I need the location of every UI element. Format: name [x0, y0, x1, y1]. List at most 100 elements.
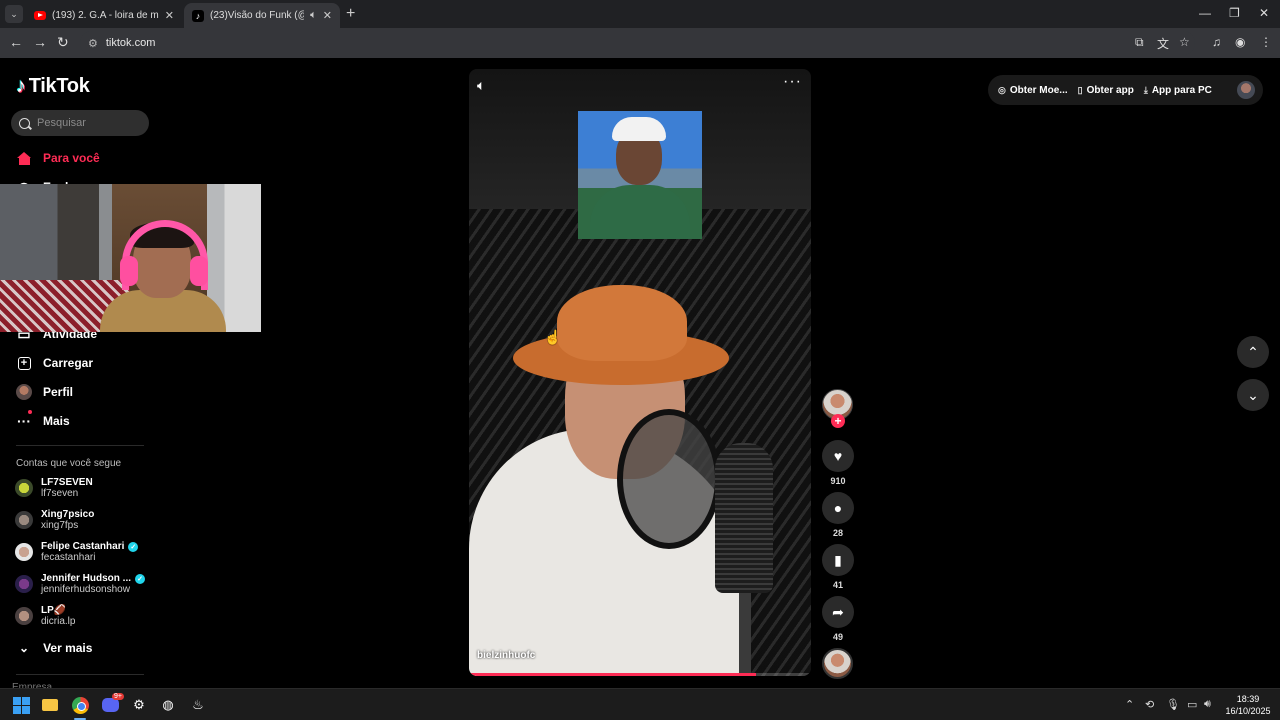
forward-icon[interactable]: → — [33, 34, 47, 50]
tray-app-icon[interactable]: ⟲ — [1145, 698, 1154, 711]
tray-overflow-icon[interactable]: ⌃ — [1125, 698, 1134, 711]
pc-app-button[interactable]: ⤓ App para PC — [1144, 85, 1212, 96]
tiktok-logo[interactable]: ♪ TikTok — [16, 75, 90, 98]
avatar — [15, 479, 33, 497]
like-button[interactable]: ♥ — [822, 440, 854, 472]
following-account[interactable]: LP🏈 dicria.lp — [15, 605, 75, 627]
previous-video-button[interactable]: ⌃ — [1237, 336, 1269, 368]
search-input[interactable]: Pesquisar — [11, 110, 149, 136]
following-account[interactable]: LF7SEVEN lf7seven — [15, 477, 93, 499]
close-tab-icon[interactable]: ✕ — [323, 9, 332, 22]
account-handle: xing7fps — [41, 520, 79, 531]
browser-tab-bar: ⌄ (193) 2. G.A - loira de medicina ✕ ♪ (… — [0, 0, 1280, 28]
new-tab-button[interactable]: + — [346, 5, 355, 23]
steam-icon[interactable]: ♨ — [188, 695, 208, 715]
get-app-label: Obter app — [1086, 84, 1134, 96]
site-info-icon[interactable]: ⚙ — [88, 37, 98, 50]
nav-label: Para você — [43, 151, 100, 165]
nav-profile[interactable]: Perfil — [16, 384, 73, 400]
restore-icon[interactable]: ❐ — [1229, 6, 1240, 20]
home-icon — [16, 150, 32, 166]
windows-start-icon[interactable] — [11, 695, 31, 715]
speaker-icon[interactable]: 🔊︎ — [1204, 698, 1211, 711]
nav-more[interactable]: ··· Mais — [16, 410, 70, 429]
address-bar[interactable]: ⚙ tiktok.com — [80, 31, 1195, 55]
network-icon[interactable]: ▭ — [1187, 698, 1197, 711]
tab-youtube[interactable]: (193) 2. G.A - loira de medicina ✕ — [26, 3, 182, 28]
headphone-cup — [190, 256, 208, 286]
close-window-icon[interactable]: ✕ — [1259, 6, 1269, 20]
bookmark-star-icon[interactable]: ☆ — [1179, 35, 1190, 49]
inset-person-body — [590, 185, 690, 239]
windows-taskbar: 9+ ⚙ ◍ ♨ ⌃ ⟲ 🎙︎ ▭ 🔊︎ 18:39 16/10/2025 — [0, 688, 1280, 720]
menu-dots-icon[interactable]: ⋮ — [1260, 35, 1272, 49]
music-disc-avatar[interactable] — [822, 648, 853, 679]
hat-crown — [557, 285, 687, 361]
system-clock[interactable]: 18:39 16/10/2025 — [1222, 693, 1274, 717]
see-more-button[interactable]: ⌄ Ver mais — [19, 641, 92, 655]
video-username[interactable]: bielzinhuofc — [477, 650, 535, 661]
follow-plus-icon[interactable]: + — [831, 414, 845, 428]
more-options-icon[interactable]: ··· — [783, 73, 802, 91]
account-name: LP🏈 — [41, 605, 67, 616]
share-button[interactable]: ➦ — [822, 596, 854, 628]
comment-button[interactable]: ● — [822, 492, 854, 524]
clock-time: 18:39 — [1236, 694, 1260, 704]
next-video-button[interactable]: ⌄ — [1237, 379, 1269, 411]
see-more-label: Ver mais — [43, 641, 93, 655]
reload-icon[interactable]: ↻ — [57, 34, 69, 51]
download-icon: ⤓ — [1143, 84, 1148, 95]
like-count: 910 — [830, 476, 846, 486]
tab-search-icon[interactable]: ⌄ — [5, 5, 23, 23]
nav-upload[interactable]: + Carregar — [16, 355, 93, 371]
speaker-icon[interactable]: 🔈︎ — [310, 9, 317, 22]
browser-toolbar: ← → ↻ ⚙ tiktok.com ⧉ 文 ☆ ♫ ◉ ⋮ — [0, 28, 1280, 58]
logo-text: TikTok — [28, 75, 90, 97]
volume-icon[interactable]: 🔈︎ — [477, 77, 485, 94]
video-player[interactable]: 🔈︎ ··· ☝ bielzinhuofc — [469, 69, 811, 676]
avatar — [15, 511, 33, 529]
chevron-up-icon: ⌃ — [1247, 343, 1259, 360]
nav-label: Carregar — [43, 356, 94, 370]
profile-icon[interactable]: ◉ — [1235, 35, 1245, 49]
back-icon[interactable]: ← — [9, 34, 23, 50]
comment-icon: ● — [833, 500, 843, 516]
following-section-title: Contas que você segue — [16, 458, 122, 469]
tiktok-note-icon: ♪ — [16, 75, 26, 97]
nav-for-you[interactable]: Para você — [16, 150, 100, 166]
following-account[interactable]: Xing7psico xing7fps — [15, 509, 94, 531]
account-handle: dicria.lp — [41, 616, 76, 627]
media-control-icon[interactable]: ♫ — [1212, 35, 1221, 49]
profile-avatar — [16, 384, 32, 400]
settings-gear-icon[interactable]: ⚙ — [129, 695, 149, 715]
microphone-icon[interactable]: 🎙︎ — [1166, 698, 1180, 711]
nav-label: Perfil — [43, 385, 74, 399]
account-name: LF7SEVEN — [41, 477, 93, 488]
minimize-icon[interactable]: — — [1199, 6, 1211, 20]
following-account[interactable]: Felipe Castanhari ✓ fecastanhari — [15, 541, 139, 563]
more-dots-icon: ··· — [16, 410, 32, 429]
get-app-button[interactable]: ▯ Obter app — [1078, 85, 1134, 96]
chrome-icon[interactable] — [70, 695, 90, 715]
account-handle: jenniferhudsonshow — [41, 584, 130, 595]
account-name: Xing7psico — [41, 509, 95, 520]
get-coins-button[interactable]: ◎ Obter Moe... — [998, 85, 1068, 96]
avatar — [15, 575, 33, 593]
translate-icon[interactable]: 文 — [1157, 35, 1169, 52]
video-inset-frame — [578, 111, 702, 239]
mouse-cursor-icon: ☝ — [544, 329, 562, 345]
pop-filter — [617, 409, 721, 549]
following-account[interactable]: Jennifer Hudson ... ✓ jenniferhudsonshow — [15, 573, 146, 595]
tab-title: (23)Visão do Funk (@visaodofunk) — [210, 10, 304, 21]
microphone — [715, 443, 773, 593]
save-button[interactable]: ▮ — [822, 544, 854, 576]
tiktok-icon: ♪ — [192, 9, 204, 22]
file-explorer-icon[interactable] — [40, 695, 60, 715]
install-app-icon[interactable]: ⧉ — [1135, 35, 1144, 50]
obs-icon[interactable]: ◍ — [158, 695, 178, 715]
video-progress-bar[interactable] — [469, 673, 811, 676]
phone-icon: ▯ — [1077, 84, 1083, 95]
user-avatar[interactable] — [1237, 81, 1255, 99]
close-tab-icon[interactable]: ✕ — [165, 9, 174, 22]
tab-tiktok[interactable]: ♪ (23)Visão do Funk (@visaodofunk) 🔈︎ ✕ — [184, 3, 340, 28]
